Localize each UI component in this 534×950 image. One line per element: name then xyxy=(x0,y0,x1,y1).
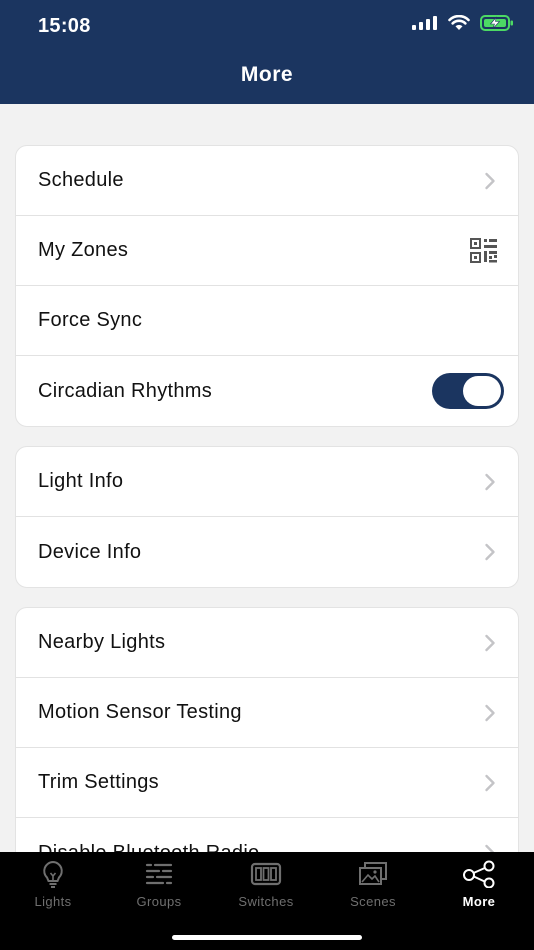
tab-scenes[interactable]: Scenes xyxy=(320,860,426,909)
chevron-right-icon xyxy=(485,172,495,190)
wifi-icon xyxy=(448,15,470,30)
chevron-right-icon xyxy=(485,543,495,561)
list-item-nearby-lights[interactable]: Nearby Lights xyxy=(16,608,518,678)
battery-charging-icon xyxy=(480,15,513,31)
list-item-label: Device Info xyxy=(38,540,142,563)
toggle-knob xyxy=(463,376,501,406)
list-item-circadian-rhythms: Circadian Rhythms xyxy=(16,356,518,426)
tab-label: More xyxy=(462,894,496,909)
chevron-right-icon xyxy=(485,473,495,491)
list-item-schedule[interactable]: Schedule xyxy=(16,146,518,216)
chevron-right-icon xyxy=(485,634,495,652)
chevron-right-icon xyxy=(485,704,495,722)
list-item-label: Schedule xyxy=(38,169,124,191)
tab-bar: Lights Groups Switches Scenes More xyxy=(0,852,534,950)
settings-section-1: Schedule My Zones Force Sync Circadian R… xyxy=(15,145,519,427)
list-item-label: Force Sync xyxy=(38,309,143,331)
list-item-label: Disable Bluetooth Radio xyxy=(38,842,259,853)
tab-lights[interactable]: Lights xyxy=(0,860,106,909)
chevron-right-icon xyxy=(485,844,495,852)
tab-more[interactable]: More xyxy=(426,860,532,909)
list-item-label: Trim Settings xyxy=(38,771,159,793)
app-header: 15:08 More xyxy=(0,0,534,104)
settings-section-3: Nearby Lights Motion Sensor Testing Trim… xyxy=(15,607,519,852)
scenes-icon xyxy=(359,862,387,885)
tab-label: Lights xyxy=(34,894,72,909)
list-item-my-zones[interactable]: My Zones xyxy=(16,216,518,286)
groups-icon xyxy=(145,863,173,885)
circadian-rhythms-toggle[interactable] xyxy=(432,373,504,409)
list-item-label: Circadian Rhythms xyxy=(38,379,213,402)
list-item-label: My Zones xyxy=(38,239,129,261)
cellular-signal-icon xyxy=(412,16,437,30)
list-item-force-sync[interactable]: Force Sync xyxy=(16,286,518,356)
chevron-right-icon xyxy=(485,774,495,792)
list-item-label: Light Info xyxy=(38,470,124,492)
lightbulb-icon xyxy=(43,860,63,888)
list-item-light-info[interactable]: Light Info xyxy=(16,447,518,517)
tab-groups[interactable]: Groups xyxy=(106,860,212,909)
tab-label: Switches xyxy=(238,894,294,909)
list-item-motion-sensor-testing[interactable]: Motion Sensor Testing xyxy=(16,678,518,748)
tab-label: Scenes xyxy=(350,894,396,909)
tab-label: Groups xyxy=(136,894,182,909)
list-item-label: Nearby Lights xyxy=(38,631,166,653)
switches-icon xyxy=(250,862,282,886)
list-item-device-info[interactable]: Device Info xyxy=(16,517,518,587)
status-time: 15:08 xyxy=(38,15,91,37)
tab-switches[interactable]: Switches xyxy=(213,860,319,909)
qr-code-icon[interactable] xyxy=(470,238,498,264)
list-item-trim-settings[interactable]: Trim Settings xyxy=(16,748,518,818)
list-item-label: Motion Sensor Testing xyxy=(38,701,242,723)
settings-section-2: Light Info Device Info xyxy=(15,446,519,588)
page-title: More xyxy=(240,63,294,86)
list-item-disable-bluetooth-radio[interactable]: Disable Bluetooth Radio xyxy=(16,818,518,852)
share-nodes-icon xyxy=(463,860,495,888)
status-icons xyxy=(412,15,514,31)
settings-list[interactable]: Schedule My Zones Force Sync Circadian R… xyxy=(0,104,534,852)
home-indicator xyxy=(172,935,362,940)
